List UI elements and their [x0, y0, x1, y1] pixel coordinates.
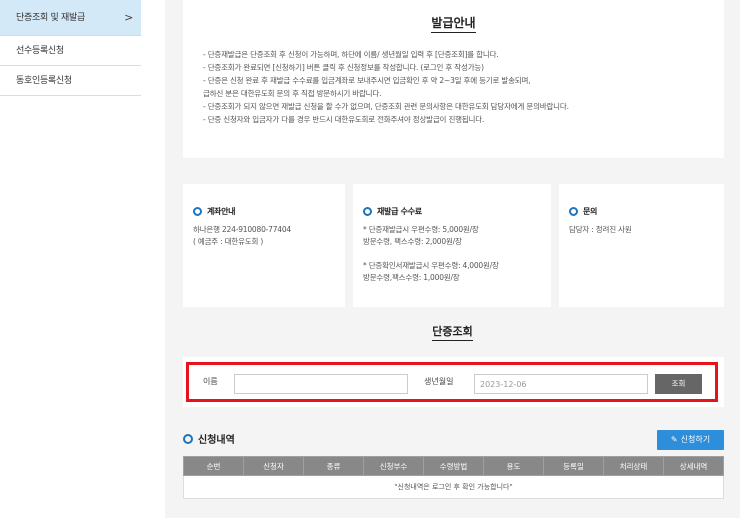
- name-label: 이름: [203, 377, 218, 386]
- notice-line: - 단증 신청자와 입금자가 다를 경우 반드시 대한유도회로 전화주셔야 정상…: [203, 115, 485, 124]
- fee-line: 방문수령,팩스수령: 1,000원/장: [363, 273, 460, 282]
- fee-line: * 단증재발급시 우편수령: 5,000원/장: [363, 225, 479, 234]
- sidebar-item-label: 단증조회 및 재발급: [16, 13, 85, 23]
- column-header: 상세내역: [663, 456, 724, 476]
- notice-line: 급하신 분은 대한유도회 문의 후 직접 방문하시기 바랍니다.: [203, 89, 382, 98]
- column-header: 등록일: [543, 456, 604, 476]
- column-header: 처리상태: [603, 456, 664, 476]
- column-header: 신청자: [243, 456, 304, 476]
- table-header-row: 순번 신청자 종류 신청부수 수령방법 용도 등록일 처리상태 상세내역: [183, 456, 724, 476]
- fee-info-card: 재발급 수수료 * 단증재발급시 우편수령: 5,000원/장 방문수령, 팩스…: [353, 184, 551, 307]
- notice-box: 발급안내 - 단증재발급은 단증조회 후 신청이 가능하며, 하단에 이름/ 생…: [183, 0, 724, 158]
- chevron-right-icon: >: [124, 11, 133, 24]
- applications-heading: 신청내역: [183, 431, 235, 446]
- notice-line: - 단증조회가 되지 않으면 재발급 신청을 할 수가 없으며, 단증조회 관련…: [203, 102, 569, 111]
- birthdate-input[interactable]: [474, 374, 648, 394]
- column-header: 순번: [183, 456, 244, 476]
- name-input[interactable]: [234, 374, 408, 394]
- circle-bullet-icon: [363, 207, 372, 216]
- column-header: 수령방법: [423, 456, 484, 476]
- account-holder: ( 예금주 : 대한유도회 ): [193, 237, 264, 246]
- circle-bullet-icon: [183, 433, 193, 444]
- notice-line: - 단증재발급은 단증조회 후 신청이 가능하며, 하단에 이름/ 생년월일 입…: [203, 50, 499, 59]
- table-row: "신청내역은 로그인 후 확인 가능합니다": [183, 475, 724, 499]
- card-title: 계좌안내: [207, 207, 236, 216]
- notice-line: - 단증조회가 완료되면 [신청하기] 버튼 클릭 후 신청정보를 작성합니다.…: [203, 63, 484, 72]
- empty-message: "신청내역은 로그인 후 확인 가능합니다": [183, 475, 724, 499]
- search-box: 이름 생년월일 조회: [183, 357, 724, 407]
- contact-person: 담당자 : 정려진 사원: [569, 225, 632, 234]
- pencil-icon: ✎: [670, 435, 678, 444]
- search-title: 단증조회: [165, 323, 740, 341]
- sidebar: 단증조회 및 재발급 > 선수등록신청 동호인등록신청: [0, 0, 141, 518]
- birth-label: 생년월일: [424, 377, 454, 386]
- applications-title: 신청내역: [198, 435, 235, 446]
- main-content: 발급안내 - 단증재발급은 단증조회 후 신청이 가능하며, 하단에 이름/ 생…: [165, 0, 740, 518]
- apply-button-label: 신청하기: [680, 435, 711, 444]
- sidebar-item-label: 동호인등록신청: [16, 76, 72, 86]
- sidebar-item-dan-lookup[interactable]: 단증조회 및 재발급 >: [0, 0, 141, 36]
- sidebar-item-player-registration[interactable]: 선수등록신청: [0, 36, 141, 66]
- account-info-card: 계좌안내 하나은행 224-910080-77404 ( 예금주 : 대한유도회…: [183, 184, 345, 307]
- contact-info-card: 문의 담당자 : 정려진 사원: [559, 184, 724, 307]
- column-header: 종류: [303, 456, 364, 476]
- search-button[interactable]: 조회: [655, 374, 702, 394]
- notice-title: 발급안내: [183, 14, 724, 33]
- column-header: 용도: [483, 456, 544, 476]
- notice-line: - 단증은 신청 완료 후 재발급 수수료를 입금계좌로 보내주시면 입금확인 …: [203, 76, 531, 85]
- notice-list: - 단증재발급은 단증조회 후 신청이 가능하며, 하단에 이름/ 생년월일 입…: [203, 48, 713, 126]
- card-title: 문의: [583, 207, 598, 216]
- circle-bullet-icon: [569, 207, 578, 216]
- fee-line: 방문수령, 팩스수령: 2,000원/장: [363, 237, 462, 246]
- applications-table: 순번 신청자 종류 신청부수 수령방법 용도 등록일 처리상태 상세내역 "신청…: [183, 456, 724, 499]
- sidebar-item-club-registration[interactable]: 동호인등록신청: [0, 66, 141, 96]
- card-title: 재발급 수수료: [377, 207, 422, 216]
- sidebar-item-label: 선수등록신청: [16, 46, 64, 56]
- account-number: 하나은행 224-910080-77404: [193, 225, 292, 234]
- fee-line: * 단증확인서재발급시 우편수령: 4,000원/장: [363, 261, 499, 270]
- circle-bullet-icon: [193, 207, 202, 216]
- apply-button[interactable]: ✎ 신청하기: [657, 430, 724, 450]
- column-header: 신청부수: [363, 456, 424, 476]
